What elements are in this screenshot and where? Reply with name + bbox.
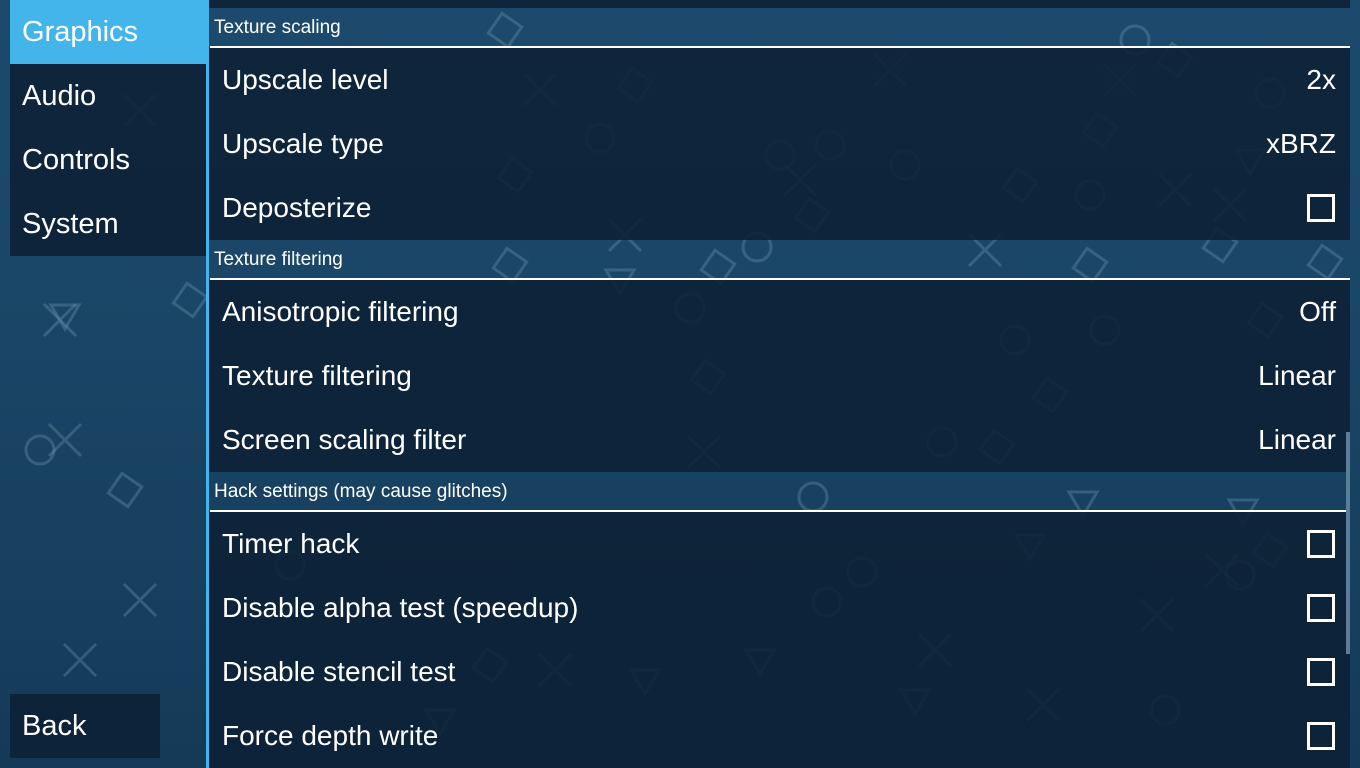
section-title: Texture filtering — [214, 249, 343, 270]
setting-screen-scaling-filter[interactable]: Screen scaling filter Linear — [209, 408, 1350, 472]
background-shape — [106, 471, 144, 509]
setting-value: Linear — [1258, 424, 1336, 455]
section-header-texture-filtering: Texture filtering — [209, 240, 1350, 280]
setting-value: Off — [1299, 296, 1336, 327]
setting-label: Upscale level — [222, 64, 389, 95]
timer-hack-checkbox[interactable] — [1307, 530, 1335, 558]
setting-disable-stencil-test[interactable]: Disable stencil test — [209, 640, 1350, 704]
hack-settings-rows: Timer hack Disable alpha test (speedup) … — [209, 512, 1350, 768]
background-shape — [62, 642, 98, 678]
setting-deposterize[interactable]: Deposterize — [209, 176, 1350, 240]
texture-scaling-rows: Upscale level 2x Upscale type xBRZ Depos… — [209, 48, 1350, 240]
setting-value: 2x — [1306, 64, 1336, 95]
back-button[interactable]: Back — [10, 694, 160, 758]
setting-label: Timer hack — [222, 528, 360, 559]
setting-anisotropic-filtering[interactable]: Anisotropic filtering Off — [209, 280, 1350, 344]
setting-texture-filtering[interactable]: Texture filtering Linear — [209, 344, 1350, 408]
setting-force-depth-write[interactable]: Force depth write — [209, 704, 1350, 768]
background-shape — [171, 281, 209, 319]
setting-label: Upscale type — [222, 128, 384, 159]
background-shape — [122, 582, 158, 618]
settings-tabs: Graphics Audio Controls System — [10, 0, 206, 256]
setting-label: Anisotropic filtering — [222, 296, 459, 327]
tab-system[interactable]: System — [10, 192, 206, 256]
texture-filtering-rows: Anisotropic filtering Off Texture filter… — [209, 280, 1350, 472]
setting-label: Texture filtering — [222, 360, 412, 391]
setting-upscale-level[interactable]: Upscale level 2x — [209, 48, 1350, 112]
setting-upscale-type[interactable]: Upscale type xBRZ — [209, 112, 1350, 176]
disable-stencil-test-checkbox[interactable] — [1307, 658, 1335, 686]
background-shape — [24, 434, 56, 466]
previous-row-edge — [209, 0, 1350, 8]
tab-graphics[interactable]: Graphics — [10, 0, 206, 64]
deposterize-checkbox[interactable] — [1307, 194, 1335, 222]
section-title: Texture scaling — [214, 17, 341, 38]
setting-disable-alpha-test[interactable]: Disable alpha test (speedup) — [209, 576, 1350, 640]
section-header-hack-settings: Hack settings (may cause glitches) — [209, 472, 1350, 512]
disable-alpha-test-checkbox[interactable] — [1307, 594, 1335, 622]
setting-label: Screen scaling filter — [222, 424, 467, 455]
settings-panel: Texture scaling Upscale level 2x Upscale… — [209, 0, 1350, 768]
setting-label: Force depth write — [222, 720, 439, 751]
setting-label: Deposterize — [222, 192, 372, 223]
setting-label: Disable stencil test — [222, 656, 456, 687]
scrollbar[interactable] — [1346, 432, 1350, 654]
setting-label: Disable alpha test (speedup) — [222, 592, 579, 623]
section-header-texture-scaling: Texture scaling — [209, 8, 1350, 48]
section-title: Hack settings (may cause glitches) — [214, 481, 508, 502]
setting-value: Linear — [1258, 360, 1336, 391]
tab-audio[interactable]: Audio — [10, 64, 206, 128]
setting-value: xBRZ — [1266, 128, 1336, 159]
setting-timer-hack[interactable]: Timer hack — [209, 512, 1350, 576]
background-shape — [47, 422, 83, 458]
tab-controls[interactable]: Controls — [10, 128, 206, 192]
force-depth-write-checkbox[interactable] — [1307, 722, 1335, 750]
